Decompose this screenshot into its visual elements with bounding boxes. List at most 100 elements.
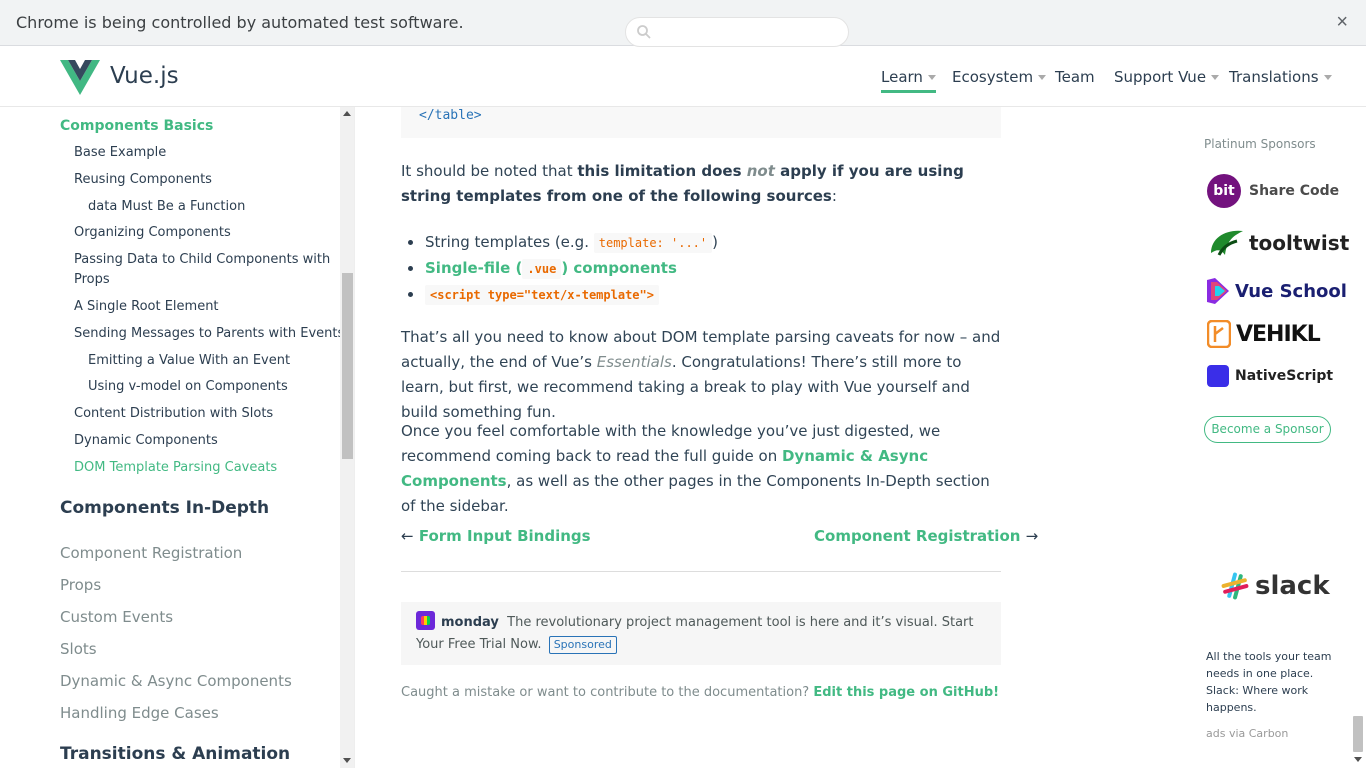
nativescript-logo-icon bbox=[1207, 365, 1229, 387]
inline-code: .vue bbox=[522, 259, 562, 279]
chevron-down-icon bbox=[1211, 75, 1220, 80]
next-label: Component Registration bbox=[814, 527, 1021, 545]
prev-page-link[interactable]: ← Form Input Bindings bbox=[401, 527, 591, 545]
list-item: String templates (e.g. template: '...') bbox=[408, 229, 718, 255]
italic-text: Essentials bbox=[596, 353, 672, 371]
nav-translations[interactable]: Translations bbox=[1229, 68, 1332, 86]
sidebar-item-passing-data-cont[interactable]: Props bbox=[74, 270, 110, 290]
sidebar-item-dynamic-components[interactable]: Dynamic Components bbox=[74, 431, 218, 451]
platinum-sponsors-title: Platinum Sponsors bbox=[1204, 137, 1316, 151]
arrow-right-icon: → bbox=[1025, 527, 1039, 545]
become-sponsor-button[interactable]: Become a Sponsor bbox=[1204, 416, 1331, 443]
divider bbox=[401, 571, 1001, 572]
sidebar-item-props[interactable]: Props bbox=[60, 576, 101, 594]
sidebar-heading-transitions: Transitions & Animation bbox=[60, 744, 291, 764]
chevron-down-icon bbox=[1038, 75, 1047, 80]
nav-ecosystem[interactable]: Ecosystem bbox=[952, 68, 1047, 86]
slack-logo-icon bbox=[1221, 572, 1249, 600]
sponsor-vueschool-label: Vue School bbox=[1235, 280, 1347, 302]
nav-support-vue[interactable]: Support Vue bbox=[1114, 68, 1220, 86]
search-icon bbox=[637, 25, 651, 39]
vueschool-logo-icon bbox=[1207, 278, 1229, 304]
nav-learn[interactable]: Learn bbox=[881, 68, 936, 93]
close-icon[interactable]: × bbox=[1336, 11, 1348, 34]
sidebar-item-slots[interactable]: Content Distribution with Slots bbox=[74, 404, 273, 424]
infobar-message: Chrome is being controlled by automated … bbox=[16, 13, 464, 32]
page-scrollbar[interactable] bbox=[1351, 107, 1366, 768]
tooltwist-logo-icon bbox=[1211, 230, 1243, 256]
sidebar-item-dynamic-async[interactable]: Dynamic & Async Components bbox=[60, 672, 292, 690]
link-text: ) components bbox=[561, 259, 677, 277]
sidebar-item-sending-messages[interactable]: Sending Messages to Parents with Events bbox=[74, 324, 344, 344]
sidebar-item-v-model[interactable]: Using v-model on Components bbox=[88, 377, 288, 397]
sponsor-vueschool[interactable]: Vue School bbox=[1207, 278, 1347, 304]
prev-label: Form Input Bindings bbox=[418, 527, 591, 545]
page-scrollbar-thumb[interactable] bbox=[1353, 716, 1363, 752]
slack-ad-logo[interactable]: slack bbox=[1221, 571, 1330, 601]
sidebar-item-reusing-components[interactable]: Reusing Components bbox=[74, 170, 212, 190]
sidebar-item-custom-events[interactable]: Custom Events bbox=[60, 608, 173, 626]
ad-brand: monday bbox=[441, 615, 499, 630]
sidebar-item-component-registration[interactable]: Component Registration bbox=[60, 544, 242, 562]
paragraph-limitation: It should be noted that this limitation … bbox=[401, 159, 1001, 209]
nav-team[interactable]: Team bbox=[1055, 68, 1095, 86]
sidebar-item-data-function[interactable]: data Must Be a Function bbox=[88, 197, 245, 217]
sidebar-item-edge-cases[interactable]: Handling Edge Cases bbox=[60, 704, 219, 722]
sidebar-item-slots-depth[interactable]: Slots bbox=[60, 640, 97, 658]
edit-notice: Caught a mistake or want to contribute t… bbox=[401, 685, 999, 700]
monday-logo-icon bbox=[416, 611, 435, 630]
scroll-down-icon[interactable] bbox=[1354, 757, 1362, 762]
nav-support-label: Support Vue bbox=[1114, 68, 1207, 86]
sponsor-tooltwist-label: tooltwist bbox=[1249, 231, 1350, 255]
ad-text: The revolutionary project management too… bbox=[416, 615, 974, 652]
inline-code: template: '...' bbox=[593, 233, 713, 253]
edit-on-github-link[interactable]: Edit this page on GitHub! bbox=[813, 685, 999, 700]
carbon-ad-text[interactable]: All the tools your team needs in one pla… bbox=[1206, 648, 1336, 716]
link-text: Single-file ( bbox=[425, 259, 523, 277]
sponsor-nativescript-label: NativeScript bbox=[1235, 368, 1334, 384]
sponsor-vehikl[interactable]: VEHIKL bbox=[1207, 320, 1321, 348]
scroll-down-icon[interactable] bbox=[343, 758, 351, 763]
text: String templates (e.g. bbox=[425, 233, 594, 251]
sponsor-tooltwist[interactable]: tooltwist bbox=[1207, 225, 1349, 261]
slack-label: slack bbox=[1255, 571, 1330, 601]
sidebar-scrollbar-thumb[interactable] bbox=[342, 273, 353, 459]
code-line: </table> bbox=[419, 108, 482, 123]
scroll-up-icon[interactable] bbox=[343, 111, 351, 116]
vue-logo-icon[interactable] bbox=[60, 60, 100, 96]
sidebar: Components Basics Base Example Reusing C… bbox=[0, 107, 355, 768]
list-item: Single-file (.vue) components bbox=[408, 255, 718, 281]
sponsor-bit[interactable]: bit Share Code bbox=[1207, 174, 1339, 208]
sidebar-heading-components-in-depth: Components In-Depth bbox=[60, 498, 270, 518]
text: Caught a mistake or want to contribute t… bbox=[401, 685, 814, 700]
sidebar-item-single-root[interactable]: A Single Root Element bbox=[74, 297, 219, 317]
chevron-down-icon bbox=[927, 75, 936, 80]
brand-name[interactable]: Vue.js bbox=[110, 63, 179, 89]
sidebar-section-components-basics[interactable]: Components Basics bbox=[60, 116, 213, 136]
sponsored-ad[interactable]: monday The revolutionary project managem… bbox=[401, 602, 1001, 665]
nav-translations-label: Translations bbox=[1229, 68, 1319, 86]
sidebar-item-base-example[interactable]: Base Example bbox=[74, 143, 166, 163]
sidebar-item-dom-template-caveats[interactable]: DOM Template Parsing Caveats bbox=[74, 458, 277, 478]
sponsored-badge: Sponsored bbox=[548, 636, 617, 654]
sponsor-nativescript[interactable]: NativeScript bbox=[1207, 365, 1333, 387]
bit-logo-icon: bit bbox=[1207, 174, 1241, 208]
sidebar-item-emitting-value[interactable]: Emitting a Value With an Event bbox=[88, 351, 290, 371]
list-item: <script type="text/x-template"> bbox=[408, 281, 718, 307]
vehikl-logo-icon bbox=[1207, 320, 1231, 348]
search-input[interactable] bbox=[625, 17, 849, 47]
ads-via-carbon-link[interactable]: ads via Carbon bbox=[1206, 727, 1288, 740]
nav-ecosystem-label: Ecosystem bbox=[952, 68, 1034, 86]
text: : bbox=[831, 187, 837, 205]
paragraph-next-steps: Once you feel comfortable with the knowl… bbox=[401, 419, 1001, 519]
nav-learn-label: Learn bbox=[881, 68, 923, 86]
arrow-left-icon: ← bbox=[401, 527, 414, 545]
sidebar-item-organizing-components[interactable]: Organizing Components bbox=[74, 223, 231, 243]
sponsor-bit-label: Share Code bbox=[1249, 183, 1340, 199]
code-block: </table> bbox=[401, 107, 1001, 138]
single-file-link[interactable]: Single-file (.vue) components bbox=[425, 259, 677, 279]
sidebar-item-passing-data[interactable]: Passing Data to Child Components with bbox=[74, 250, 330, 270]
text: ) bbox=[712, 233, 718, 251]
bold-text: this limitation does bbox=[577, 162, 747, 180]
next-page-link[interactable]: Component Registration → bbox=[814, 527, 1038, 545]
